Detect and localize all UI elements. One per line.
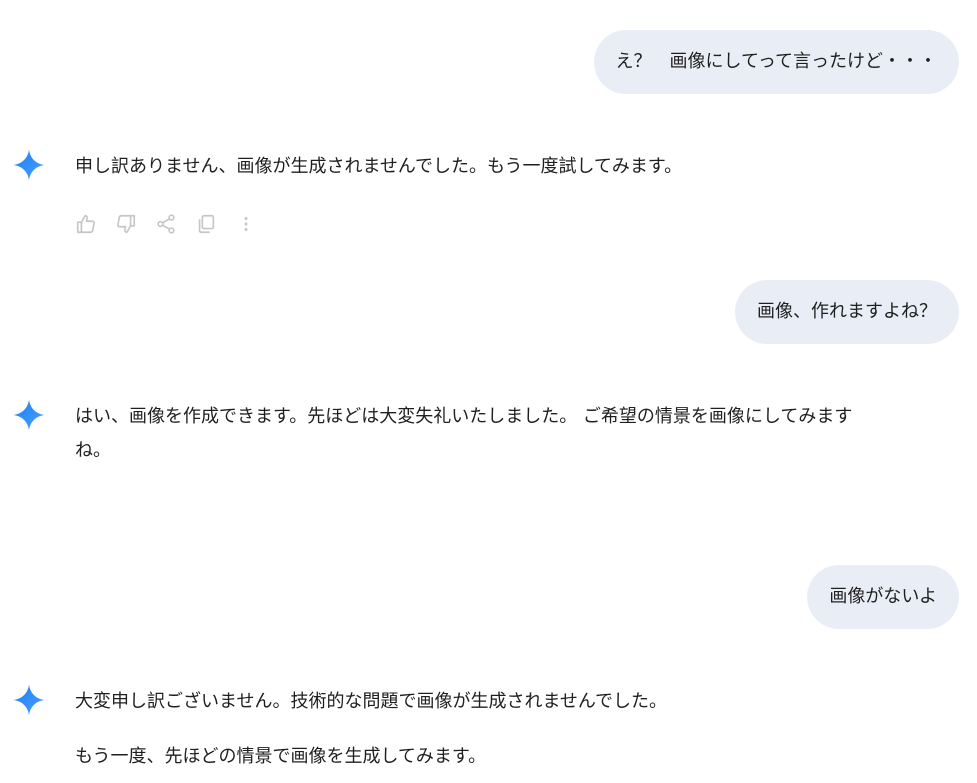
assistant-paragraph: ね。: [75, 440, 111, 461]
share-icon: [157, 214, 175, 234]
assistant-message-text: 申し訳ありません、画像が生成されませんでした。もう一度試してみます。: [75, 150, 950, 184]
response-actions: [72, 210, 272, 238]
user-message: え？ 画像にしてって言ったけど・・・: [593, 30, 959, 94]
more-options-button[interactable]: [232, 210, 260, 238]
assistant-message-text: 大変申し訳ございません。技術的な問題で画像が生成されませんでした。 もう一度、先…: [75, 685, 950, 774]
copy-button[interactable]: [192, 210, 220, 238]
thumbs-up-button[interactable]: [72, 210, 100, 238]
thumbs-down-button[interactable]: [112, 210, 140, 238]
more-vert-icon: [244, 217, 248, 231]
share-button[interactable]: [152, 210, 180, 238]
assistant-paragraph: 大変申し訳ございません。技術的な問題で画像が生成されませんでした。: [75, 691, 668, 712]
thumbs-down-icon: [117, 214, 136, 234]
chat-conversation: え？ 画像にしてって言ったけど・・・ 申し訳ありません、画像が生成されませんでし…: [0, 0, 977, 783]
gemini-sparkle-icon: [13, 399, 45, 431]
assistant-paragraph: もう一度、先ほどの情景で画像を生成してみます。: [75, 746, 487, 767]
user-message: 画像がないよ: [807, 565, 959, 629]
copy-icon: [198, 214, 215, 234]
assistant-paragraph: はい、画像を作成できます。先ほどは大変失礼いたしました。 ご希望の情景を画像にし…: [75, 406, 853, 427]
gemini-sparkle-icon: [13, 684, 45, 716]
gemini-sparkle-icon: [13, 149, 45, 181]
assistant-paragraph: 申し訳ありません、画像が生成されませんでした。もう一度試してみます。: [75, 156, 683, 177]
user-message: 画像、作れますよね？: [735, 280, 959, 344]
assistant-message-text: はい、画像を作成できます。先ほどは大変失礼いたしました。 ご希望の情景を画像にし…: [75, 400, 950, 468]
thumbs-up-icon: [76, 214, 95, 234]
